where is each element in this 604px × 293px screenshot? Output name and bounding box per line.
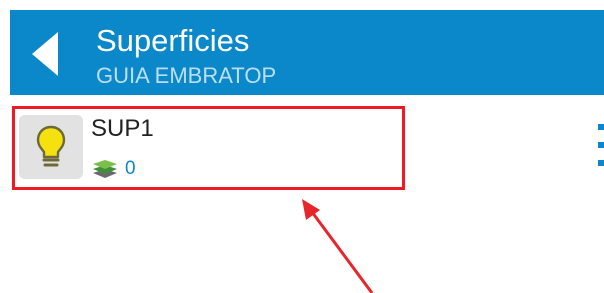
- item-meta: 0: [91, 157, 136, 181]
- back-arrow-icon: [32, 32, 58, 76]
- layers-icon: [91, 159, 119, 179]
- back-button[interactable]: [28, 30, 68, 78]
- page-title: Superficies: [96, 23, 250, 58]
- list-item-surface[interactable]: SUP1 0: [12, 106, 405, 190]
- page-subtitle: GUIA EMBRATOP: [96, 63, 277, 88]
- title-group: Superficies GUIA EMBRATOP: [96, 24, 276, 89]
- app-bar: Superficies GUIA EMBRATOP: [10, 10, 604, 95]
- overflow-menu-icon[interactable]: [598, 124, 604, 184]
- item-icon-container: [19, 115, 83, 179]
- lightbulb-icon: [36, 125, 66, 167]
- item-title: SUP1: [91, 115, 154, 142]
- item-count: 0: [125, 158, 136, 179]
